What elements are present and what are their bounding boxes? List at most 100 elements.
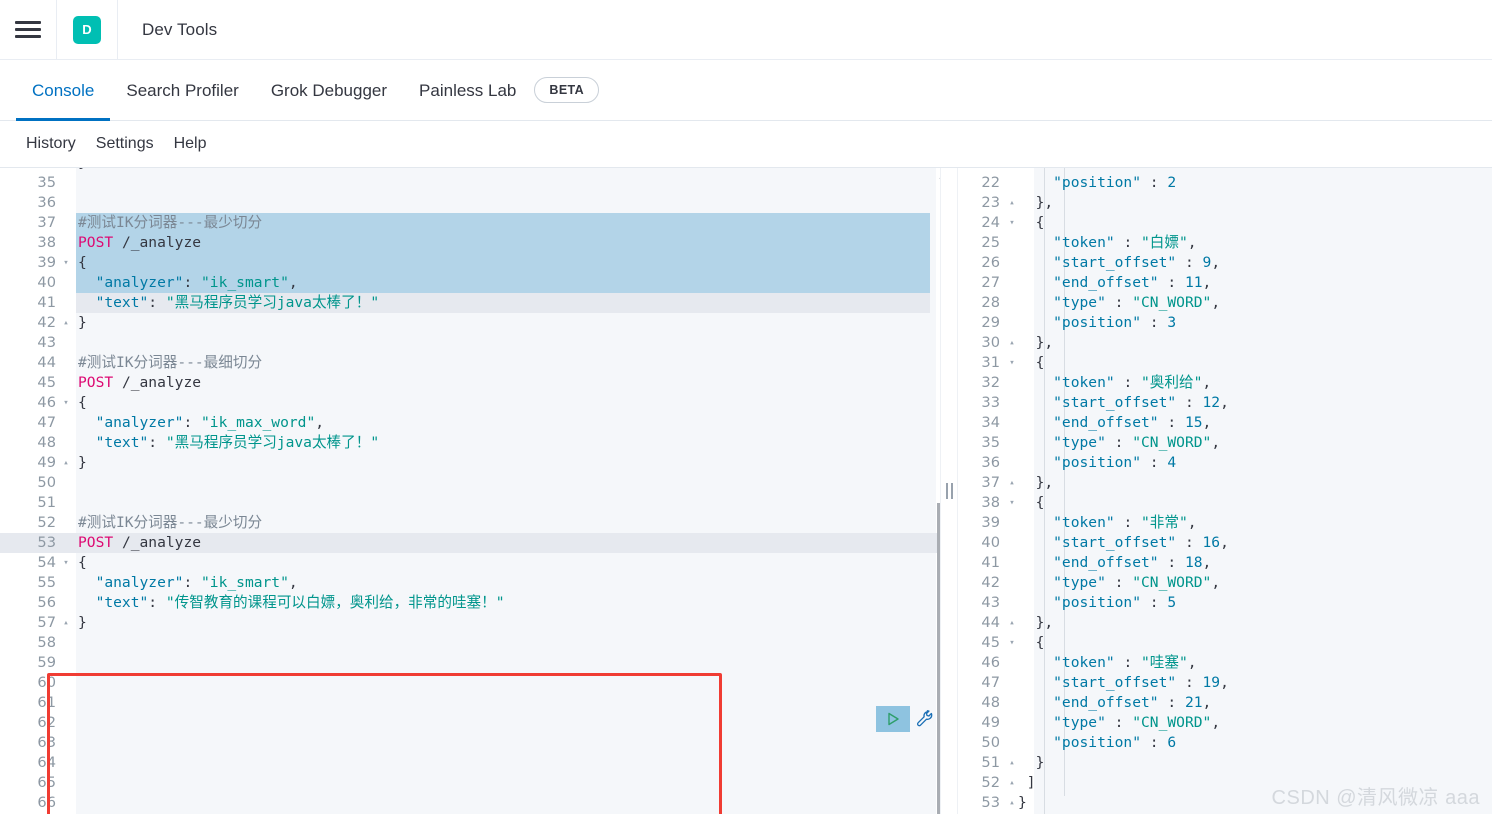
- code-line[interactable]: 37 #测试IK分词器---最少切分: [0, 213, 958, 233]
- code-line[interactable]: 57 ▴}: [0, 613, 958, 633]
- code-line[interactable]: 37 ▴ },: [958, 473, 1492, 493]
- code-line[interactable]: 49 "type" : "CN_WORD",: [958, 713, 1492, 733]
- fold-close-icon[interactable]: ▴: [60, 313, 72, 333]
- code-line[interactable]: 52 #测试IK分词器---最少切分: [0, 513, 958, 533]
- code-line[interactable]: 36: [0, 193, 958, 213]
- code-line[interactable]: 62: [0, 713, 958, 733]
- code-line[interactable]: 29 "position" : 3: [958, 313, 1492, 333]
- fold-open-icon[interactable]: ▾: [1006, 493, 1018, 513]
- code-line[interactable]: 66: [0, 793, 958, 813]
- code-line[interactable]: 56 "text": "传智教育的课程可以白嫖，奥利给，非常的哇塞！": [0, 593, 958, 613]
- code-line[interactable]: 34 "end_offset" : 15,: [958, 413, 1492, 433]
- code-line[interactable]: 53 POST /_analyze: [0, 533, 958, 553]
- fold-open-icon[interactable]: ▾: [60, 253, 72, 273]
- code-line[interactable]: 51 ▴ }: [958, 753, 1492, 773]
- code-line[interactable]: 50 "position" : 6: [958, 733, 1492, 753]
- code-token: :: [1158, 274, 1185, 291]
- fold-open-icon[interactable]: ▾: [1006, 213, 1018, 233]
- code-token: :: [1141, 454, 1168, 471]
- code-line[interactable]: 26 "start_offset" : 9,: [958, 253, 1492, 273]
- fold-close-icon[interactable]: ▴: [1006, 613, 1018, 633]
- pane-resize-handle[interactable]: [940, 168, 958, 814]
- code-line[interactable]: 44 #测试IK分词器---最细切分: [0, 353, 958, 373]
- code-line[interactable]: 63: [0, 733, 958, 753]
- code-line[interactable]: 30 ▴ },: [958, 333, 1492, 353]
- fold-close-icon[interactable]: ▴: [1006, 193, 1018, 213]
- wrench-icon[interactable]: [912, 706, 938, 732]
- code-line[interactable]: 42 ▴}: [0, 313, 958, 333]
- code-line[interactable]: 43: [0, 333, 958, 353]
- tab-grok-debugger[interactable]: Grok Debugger: [255, 62, 403, 120]
- code-line[interactable]: 54 ▾ {: [0, 553, 958, 573]
- code-line[interactable]: 48 "text": "黑马程序员学习java太棒了！": [0, 433, 958, 453]
- code-line[interactable]: 25 "token" : "白嫖",: [958, 233, 1492, 253]
- code-line[interactable]: 40 "start_offset" : 16,: [958, 533, 1492, 553]
- fold-open-icon[interactable]: ▾: [1006, 353, 1018, 373]
- code-line[interactable]: 43 "position" : 5: [958, 593, 1492, 613]
- code-line[interactable]: 46 ▾ {: [0, 393, 958, 413]
- code-line[interactable]: 46 "token" : "哇塞",: [958, 653, 1492, 673]
- fold-close-icon[interactable]: ▴: [1006, 753, 1018, 773]
- code-line[interactable]: 41 "text": "黑马程序员学习java太棒了！": [0, 293, 958, 313]
- code-line[interactable]: 60: [0, 673, 958, 693]
- tab-search-profiler[interactable]: Search Profiler: [110, 62, 254, 120]
- code-line[interactable]: 64: [0, 753, 958, 773]
- play-triangle-icon[interactable]: [876, 706, 910, 732]
- tab-console[interactable]: Console: [16, 62, 111, 121]
- subnav-item-help[interactable]: Help: [164, 135, 217, 153]
- code-line[interactable]: 24 ▾ {: [958, 213, 1492, 233]
- code-line[interactable]: 35 "type" : "CN_WORD",: [958, 433, 1492, 453]
- subnav-item-history[interactable]: History: [16, 135, 86, 153]
- code-line[interactable]: 39 "token" : "非常",: [958, 513, 1492, 533]
- code-line[interactable]: 45 POST /_analyze: [0, 373, 958, 393]
- code-line[interactable]: 49 ▴}: [0, 453, 958, 473]
- code-line[interactable]: 65: [0, 773, 958, 793]
- code-line[interactable]: 42 "type" : "CN_WORD",: [958, 573, 1492, 593]
- fold-close-icon[interactable]: ▴: [1006, 793, 1018, 813]
- code-line[interactable]: 55 "analyzer": "ik_smart",: [0, 573, 958, 593]
- fold-close-icon[interactable]: ▴: [1006, 473, 1018, 493]
- code-line[interactable]: 45 ▾ {: [958, 633, 1492, 653]
- request-editor-pane[interactable]: }353637#测试IK分词器---最少切分38POST /_analyze39…: [0, 168, 958, 814]
- code-line[interactable]: 35: [0, 173, 958, 193]
- code-token: ,: [288, 574, 298, 591]
- code-line[interactable]: 31 ▾ {: [958, 353, 1492, 373]
- code-line[interactable]: 61: [0, 693, 958, 713]
- fold-open-icon[interactable]: ▾: [1006, 633, 1018, 653]
- code-line[interactable]: 59: [0, 653, 958, 673]
- code-line[interactable]: 38 POST /_analyze: [0, 233, 958, 253]
- fold-open-icon[interactable]: ▾: [60, 393, 72, 413]
- app-logo-badge[interactable]: D: [57, 0, 117, 60]
- hamburger-menu-icon[interactable]: [0, 0, 56, 60]
- code-line[interactable]: 39 ▾ {: [0, 253, 958, 273]
- fold-close-icon[interactable]: ▴: [1006, 333, 1018, 353]
- code-line[interactable]: 47 "start_offset" : 19,: [958, 673, 1492, 693]
- fold-close-icon[interactable]: ▴: [1006, 773, 1018, 793]
- line-number: 49: [981, 714, 1000, 731]
- code-line[interactable]: 38 ▾ {: [958, 493, 1492, 513]
- request-actions[interactable]: [876, 706, 938, 732]
- code-line[interactable]: 23 ▴ },: [958, 193, 1492, 213]
- code-line-text: "text": "传智教育的课程可以白嫖，奥利给，非常的哇塞！": [78, 593, 505, 613]
- code-line[interactable]: 48 "end_offset" : 21,: [958, 693, 1492, 713]
- tab-painless-lab[interactable]: Painless Lab: [403, 62, 532, 120]
- response-viewer-pane[interactable]: 22 "position" : 2 23 ▴ }, 24 ▾ {25 "token" :…: [958, 168, 1492, 814]
- fold-open-icon[interactable]: ▾: [60, 553, 72, 573]
- code-line[interactable]: 27 "end_offset" : 11,: [958, 273, 1492, 293]
- code-line[interactable]: 50: [0, 473, 958, 493]
- code-line[interactable]: 40 "analyzer": "ik_smart",: [0, 273, 958, 293]
- code-token: }: [1018, 794, 1027, 811]
- code-line[interactable]: 58: [0, 633, 958, 653]
- code-line[interactable]: 33 "start_offset" : 12,: [958, 393, 1492, 413]
- code-line[interactable]: 47 "analyzer": "ik_max_word",: [0, 413, 958, 433]
- fold-close-icon[interactable]: ▴: [60, 613, 72, 633]
- code-line[interactable]: 28 "type" : "CN_WORD",: [958, 293, 1492, 313]
- subnav-item-settings[interactable]: Settings: [86, 135, 164, 153]
- code-line[interactable]: 41 "end_offset" : 18,: [958, 553, 1492, 573]
- code-line[interactable]: 36 "position" : 4: [958, 453, 1492, 473]
- code-line[interactable]: 44 ▴ },: [958, 613, 1492, 633]
- fold-close-icon[interactable]: ▴: [60, 453, 72, 473]
- code-line[interactable]: 51: [0, 493, 958, 513]
- code-line[interactable]: 22 "position" : 2: [958, 173, 1492, 193]
- code-line[interactable]: 32 "token" : "奥利给",: [958, 373, 1492, 393]
